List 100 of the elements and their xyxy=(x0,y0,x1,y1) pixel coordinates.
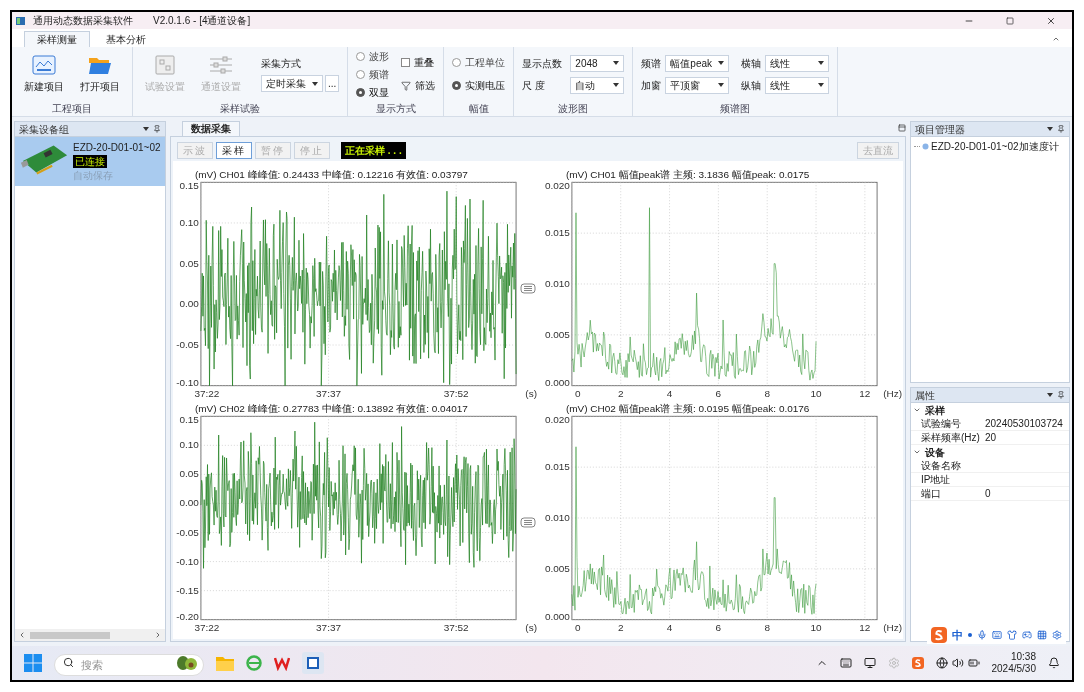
dropdown-arrow-icon xyxy=(1047,127,1053,131)
ime-logo-icon[interactable] xyxy=(931,627,947,643)
dropdown[interactable]: 平顶窗 xyxy=(665,76,730,94)
pin-icon[interactable] xyxy=(1057,391,1065,399)
y-tick-label: 0.10 xyxy=(179,216,199,228)
y-tick-label: 0.05 xyxy=(179,468,199,480)
y-tick-label: 0.005 xyxy=(544,562,570,574)
dropdown[interactable]: 2048 xyxy=(570,54,625,72)
avocado-icon xyxy=(176,655,198,671)
browser-icon[interactable] xyxy=(246,655,262,671)
radio-button[interactable]: 实测电压 xyxy=(452,78,506,93)
property-value: 0 xyxy=(984,487,991,501)
chart-header: (mV) CH01 峰峰值: 0.24433 中峰值: 0.12216 有效值: 0.03797 xyxy=(194,169,468,181)
x-unit-label: (Hz) xyxy=(883,387,902,399)
shirt-icon[interactable] xyxy=(1007,630,1017,640)
collapse-ribbon-icon[interactable] xyxy=(1052,35,1060,43)
dropdown[interactable]: 线性 xyxy=(765,54,830,72)
dropdown[interactable]: 线性 xyxy=(765,76,830,94)
office-app-icon[interactable] xyxy=(274,655,290,671)
field-label: 加窗 xyxy=(641,78,662,93)
search-icon xyxy=(63,657,74,668)
x-tick-label: 8 xyxy=(764,621,770,633)
app-window-icon[interactable] xyxy=(302,652,324,674)
scroll-right-icon[interactable] xyxy=(154,631,162,639)
y-tick-label: 0.00 xyxy=(179,298,199,310)
chart-header: (mV) CH01 幅值peak谱 主频: 3.1836 幅值peak: 0.0175 xyxy=(565,169,810,181)
radio-button[interactable]: 波形 xyxy=(356,48,390,64)
open-project-button[interactable]: 打开项目 xyxy=(76,54,124,94)
dropdown-arrow-icon xyxy=(718,61,725,65)
x-tick-label: 10 xyxy=(810,387,822,399)
property-name: 试验编号 xyxy=(920,417,962,431)
x-tick-label: 4 xyxy=(666,621,673,633)
group-caption: 频谱图 xyxy=(719,102,752,116)
y-tick-label: 0.015 xyxy=(544,461,570,473)
search-field[interactable]: 搜索 xyxy=(54,654,204,676)
chart-window-icon xyxy=(32,54,56,75)
data-tab[interactable]: 数据采集 xyxy=(182,121,240,136)
radio-button[interactable]: 频谱 xyxy=(356,66,390,82)
microphone-icon[interactable] xyxy=(977,630,987,640)
panel-title: 采集设备组 xyxy=(19,122,69,136)
new-project-button[interactable]: 新建项目 xyxy=(20,54,68,94)
y-tick-label: 0.15 xyxy=(179,180,199,192)
y-tick-label: 0.15 xyxy=(179,414,199,426)
app-icon xyxy=(16,16,25,25)
more-button[interactable]: ... xyxy=(325,75,340,92)
x-tick-label: 6 xyxy=(715,387,722,399)
x-tick-label: 0 xyxy=(575,387,581,399)
category-row[interactable]: 采样 xyxy=(911,403,1069,417)
splitter-handle-icon[interactable] xyxy=(520,517,536,528)
ribbon-tab[interactable]: 基本分析 xyxy=(94,31,158,47)
tab-menu-icon[interactable] xyxy=(898,124,906,132)
horizontal-scrollbar[interactable] xyxy=(15,629,165,641)
radio-button[interactable]: 双显 xyxy=(356,84,390,100)
ime-mode[interactable]: 中 xyxy=(952,626,963,644)
filter-button[interactable]: 筛选 xyxy=(401,78,436,93)
gamepad-icon[interactable] xyxy=(1022,630,1032,640)
scroll-left-icon[interactable] xyxy=(18,631,26,639)
x-tick-label: 12 xyxy=(859,621,871,633)
field-label: 横轴 xyxy=(741,56,762,71)
sampling-status: 正在采样 . . . xyxy=(341,141,406,159)
filter-icon xyxy=(401,80,412,91)
chart-header: (mV) CH02 幅值peak谱 主频: 0.0195 幅值peak: 0.0176 xyxy=(565,403,810,415)
property-name: IP地址 xyxy=(920,473,952,487)
notification-icon[interactable] xyxy=(1048,657,1060,669)
dropdown[interactable]: 定时采集 xyxy=(261,75,323,92)
dropdown-arrow-icon xyxy=(1047,393,1053,397)
y-tick-label: -0.15 xyxy=(176,584,199,596)
x-tick-label: 4 xyxy=(666,387,673,399)
y-tick-label: 0.05 xyxy=(179,257,199,269)
ime-logo-icon[interactable] xyxy=(911,657,924,669)
dropdown[interactable]: 幅值peak xyxy=(665,54,730,72)
y-tick-label: 0.010 xyxy=(544,278,570,289)
chevron-down-icon xyxy=(913,448,921,456)
property-name: 采样频率(Hz) xyxy=(920,431,981,445)
dropdown-arrow-icon xyxy=(818,61,825,65)
ribbon-tab[interactable]: 采样测量 xyxy=(24,31,90,47)
tree-item[interactable]: EZD-20-D01-01~02加速度计 xyxy=(911,139,1069,154)
toolbar-button[interactable]: 采样 xyxy=(216,141,252,159)
restore-icon[interactable] xyxy=(1006,16,1014,25)
x-tick-label: 12 xyxy=(859,387,871,399)
globe-icon[interactable] xyxy=(935,657,948,669)
overlay-checkbox[interactable]: 重叠 xyxy=(401,55,436,70)
category-row[interactable]: 设备 xyxy=(911,445,1069,459)
battery-icon[interactable] xyxy=(967,657,980,669)
splitter-handle-icon[interactable] xyxy=(520,283,536,294)
dropdown[interactable]: 自动 xyxy=(570,76,625,94)
keyboard-icon[interactable] xyxy=(839,657,852,669)
monitor-icon[interactable] xyxy=(863,657,876,669)
x-tick-label: 6 xyxy=(715,621,722,633)
pin-icon[interactable] xyxy=(153,125,161,133)
radio-button[interactable]: 工程单位 xyxy=(452,55,506,70)
x-tick-label: 37:52 xyxy=(443,387,469,399)
start-icon[interactable] xyxy=(24,654,42,672)
close-icon[interactable] xyxy=(1046,15,1056,26)
grid-icon[interactable] xyxy=(1037,630,1047,640)
pin-icon[interactable] xyxy=(1057,125,1065,133)
x-tick-label: 8 xyxy=(764,387,770,399)
keyboard-icon[interactable] xyxy=(992,630,1002,640)
settings-icon[interactable] xyxy=(1052,630,1062,640)
speaker-icon[interactable] xyxy=(951,657,964,669)
